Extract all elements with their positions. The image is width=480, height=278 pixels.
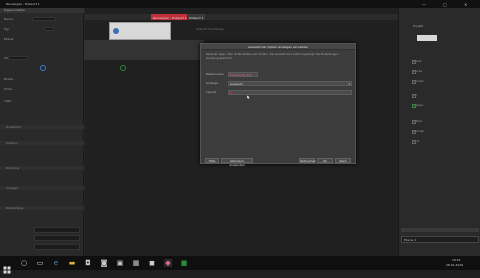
section-label: Position: [6, 140, 18, 145]
checkbox[interactable]: [412, 80, 416, 84]
display-value: Auswahl: [230, 81, 243, 86]
tab-document[interactable]: Renoargen - Entwurf 1: [151, 14, 189, 20]
taskbar: ○ ▭ e ▬ ◘ ◙ ▣ ▦ ◼ ◆ ■ 16:51 28.01.2019: [0, 256, 480, 274]
prop-label: Tiefe: [4, 99, 12, 103]
section-label: Darstellung: [6, 205, 24, 210]
dialog-titlebar[interactable]: Auswahl der Option anzeigen ein ladder: [201, 44, 355, 50]
search-icon[interactable]: ○: [20, 259, 28, 267]
ok-button[interactable]: Ok: [317, 158, 333, 163]
section-label: Anzeige: [6, 185, 18, 190]
error-marker-icon: [230, 92, 232, 94]
defaults-button[interactable]: Standard anwenden: [221, 158, 253, 167]
project-panel: Projekt Wand Decke Fenster Tür Treppe Mö…: [398, 8, 480, 256]
info-icon: [113, 28, 119, 34]
section-header[interactable]: Zusätzlich: [0, 125, 84, 129]
prop-field[interactable]: [34, 235, 80, 241]
chevron-down-icon: ▾: [348, 81, 350, 86]
explorer-icon[interactable]: ▬: [68, 259, 76, 267]
layer-input-value: Ebene 1: [404, 237, 417, 242]
help-button[interactable]: Hilfe: [205, 158, 219, 163]
dialog-title: Auswahl der Option anzeigen ein ladder: [247, 44, 309, 49]
title-bar: Renoargen - Entwurf 1 — ▢ ✕: [0, 0, 480, 8]
panel-divider: [401, 228, 479, 232]
project-title: Projekt: [413, 24, 424, 28]
checkbox[interactable]: [412, 120, 416, 124]
task-view-icon[interactable]: ▭: [36, 259, 44, 267]
store-icon[interactable]: ◘: [84, 259, 92, 267]
properties-header: Eigenschaften: [0, 8, 84, 13]
section-header[interactable]: Position: [0, 141, 84, 145]
prop-label: Name: [4, 17, 13, 21]
field-label: Layout: [206, 90, 217, 94]
prop-field[interactable]: [32, 17, 56, 21]
dialog-description: werden gespeichert.: [206, 57, 233, 60]
cancel-button[interactable]: Abbrechen: [299, 158, 316, 163]
section-label: Drehung: [6, 165, 19, 170]
prop-field[interactable]: [34, 227, 80, 233]
app-window: Renoargen - Entwurf 1 — ▢ ✕ Eigenschafte…: [0, 0, 480, 274]
selected-item[interactable]: [417, 35, 437, 41]
canvas-tabbar: Renoargen - Entwurf 1 Entwurf 1: [85, 14, 398, 20]
checkbox[interactable]: [412, 104, 416, 108]
properties-panel: Eigenschaften Name Typ Ebene Farbe Breit…: [0, 8, 84, 256]
checkbox[interactable]: [412, 60, 416, 64]
app-icon[interactable]: ◼: [148, 259, 156, 267]
canvas-hint: Ansicht Fluchtweg: [196, 27, 224, 31]
app-icon[interactable]: ▦: [132, 259, 140, 267]
mouse-cursor-icon: [246, 85, 251, 101]
app-icon[interactable]: ▣: [116, 259, 124, 267]
clock-time[interactable]: 16:51: [452, 259, 461, 262]
app-icon[interactable]: ◆: [164, 259, 172, 267]
prop-field[interactable]: [34, 244, 80, 250]
field-label: Datenname: [206, 72, 224, 76]
properties-title: Eigenschaften: [4, 8, 26, 12]
media-icon[interactable]: ◙: [100, 259, 108, 267]
close-button[interactable]: ✕: [464, 2, 467, 7]
checkbox[interactable]: [412, 94, 416, 98]
layer-input[interactable]: Ebene 1: [401, 236, 479, 243]
section-header[interactable]: Drehung: [0, 166, 84, 170]
checkbox[interactable]: [412, 130, 416, 134]
start-button[interactable]: [3, 259, 11, 274]
edge-icon[interactable]: e: [52, 259, 60, 267]
section-header[interactable]: Darstellung: [0, 206, 84, 210]
clock-date[interactable]: 28.01.2019: [446, 264, 463, 267]
options-dialog: Auswahl der Option anzeigen ein ladder O…: [200, 43, 356, 167]
app-icon[interactable]: ■: [180, 259, 188, 267]
prop-label: Breite: [4, 77, 13, 81]
prop-label: Typ: [4, 27, 10, 31]
dataname-field[interactable]: Planlnhalt_123: [228, 72, 258, 77]
window-title: Renoargen - Entwurf 1: [6, 1, 40, 6]
checkbox[interactable]: [412, 140, 416, 144]
field-label: Anzeige: [206, 81, 218, 85]
prop-label: Ebene: [4, 37, 14, 41]
tab-draft[interactable]: Entwurf 1: [187, 14, 206, 20]
prop-field[interactable]: [44, 27, 54, 31]
tooltip: [109, 22, 171, 40]
dataname-value: Planlnhalt_123: [230, 72, 253, 77]
marker-icon[interactable]: [40, 65, 46, 71]
prop-label: Höhe: [4, 87, 12, 91]
prop-field[interactable]: [8, 56, 28, 60]
canvas-overlay-strip: [84, 40, 204, 60]
marker-icon[interactable]: [120, 65, 126, 71]
checkbox[interactable]: [412, 70, 416, 74]
apply-button[interactable]: Start: [335, 158, 351, 163]
section-header[interactable]: Anzeige: [0, 186, 84, 190]
maximize-button[interactable]: ▢: [443, 2, 447, 7]
minimize-button[interactable]: —: [422, 2, 426, 7]
section-label: Zusätzlich: [6, 124, 22, 129]
